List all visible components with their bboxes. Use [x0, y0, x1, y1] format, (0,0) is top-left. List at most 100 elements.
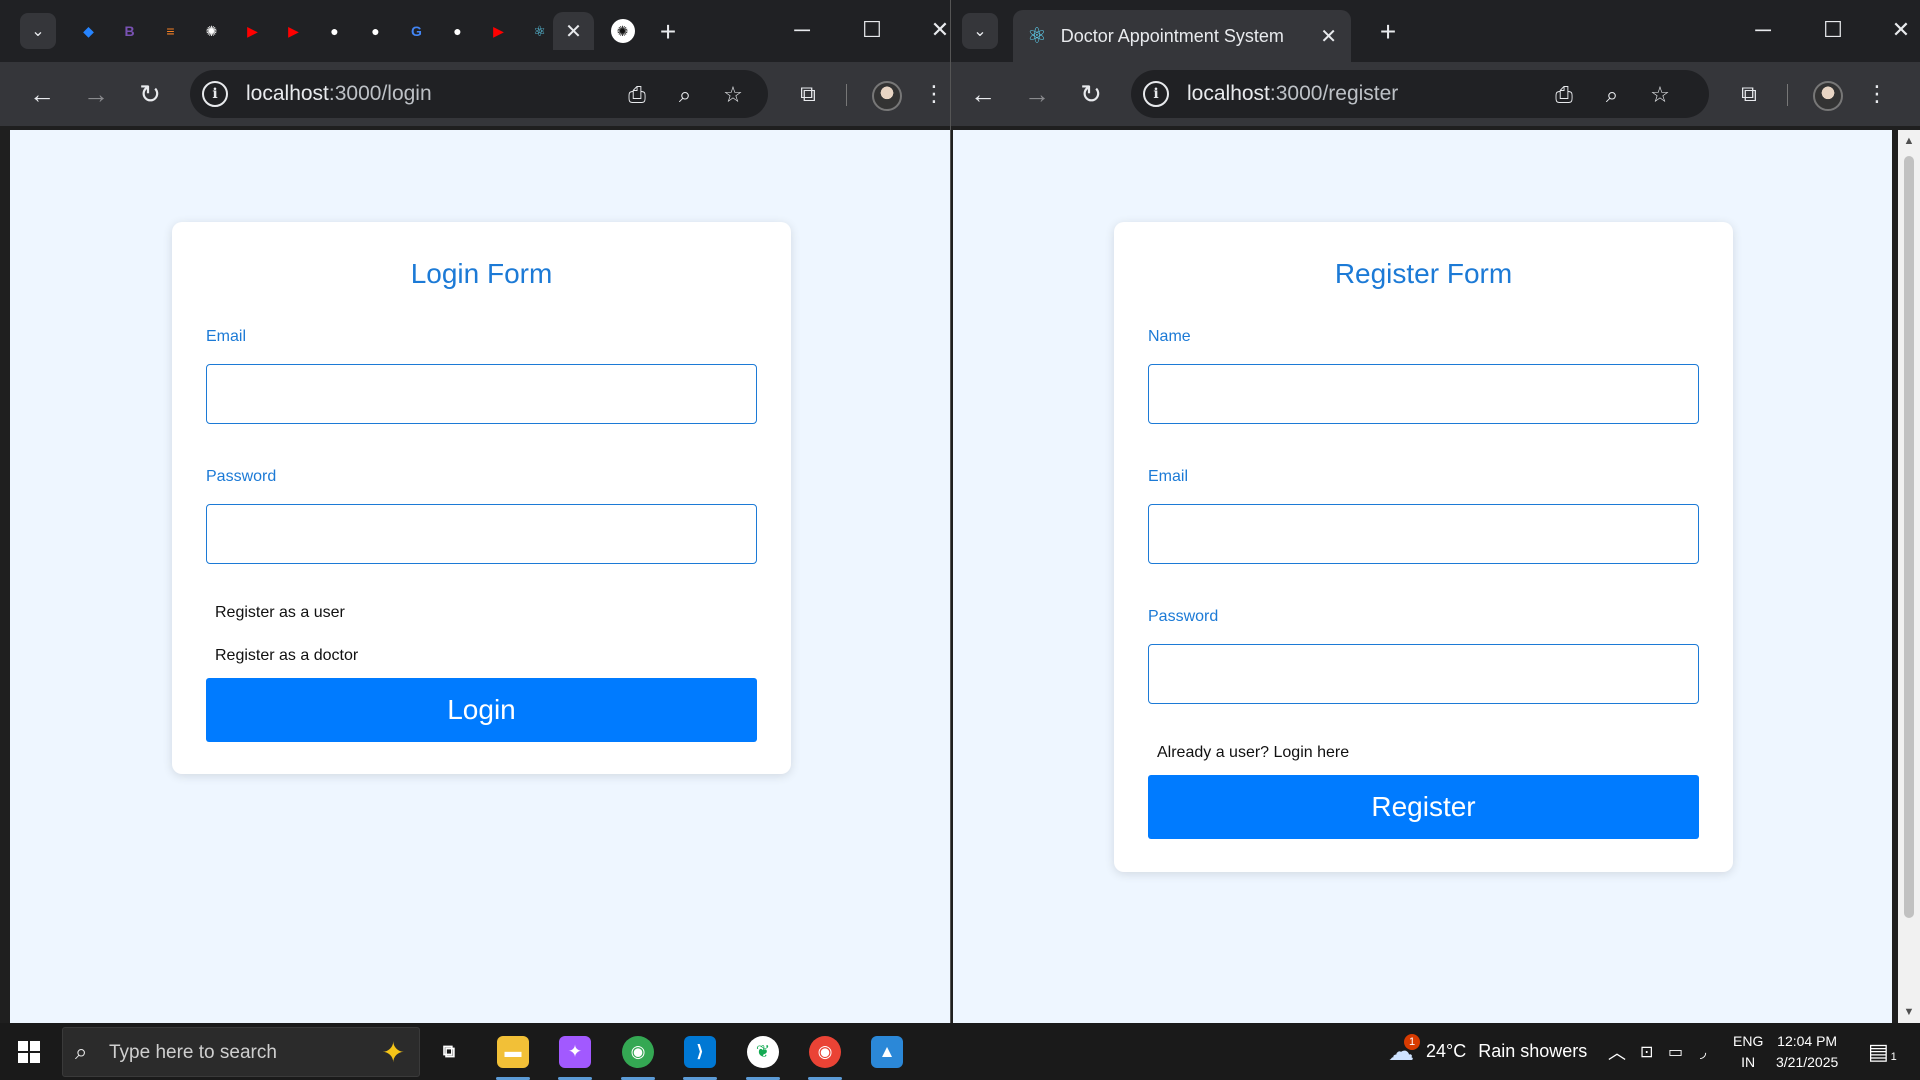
meet-now-icon[interactable]: ⊡: [1640, 1023, 1653, 1080]
close-window-icon[interactable]: ✕: [920, 12, 951, 48]
weather-desc: Rain showers: [1478, 1041, 1588, 1061]
windows-taskbar: ⌕ Type here to search ✦ ⧉ ▬ ✦ ◉ ⟩ ❦ ◉ ▲ ☁ 1 24°C…: [0, 1023, 1920, 1080]
close-icon[interactable]: ✕: [1320, 24, 1337, 49]
pinned-tab[interactable]: ●: [437, 12, 478, 50]
email-field[interactable]: [1148, 504, 1699, 564]
pinned-tab[interactable]: ▶: [232, 12, 273, 50]
back-arrow-icon[interactable]: ←: [24, 76, 60, 112]
register-user-link[interactable]: Register as a user: [215, 604, 345, 622]
close-window-icon[interactable]: ✕: [1881, 12, 1920, 48]
site-info-icon[interactable]: i: [202, 81, 228, 107]
password-field[interactable]: [1148, 644, 1699, 704]
tab-title: Doctor Appointment System: [1060, 25, 1284, 46]
new-tab-button[interactable]: +: [650, 14, 686, 50]
zoom-icon[interactable]: ⌕: [670, 80, 700, 110]
copilot-icon[interactable]: ✦: [552, 1029, 598, 1080]
browser-window-register: ⌄ ⚛ Doctor Appointment System ✕ + ─ ☐ ✕ …: [951, 0, 1920, 1023]
minimize-icon[interactable]: ─: [782, 12, 822, 48]
bookmark-star-icon[interactable]: ☆: [718, 80, 748, 110]
chrome-icon[interactable]: ◉: [615, 1029, 661, 1080]
page-viewport-register: Register Form Name Email Password Alread…: [953, 130, 1892, 1023]
profile-avatar[interactable]: [872, 81, 902, 111]
forward-arrow-icon[interactable]: →: [78, 76, 114, 112]
register-doctor-link[interactable]: Register as a doctor: [215, 647, 358, 665]
install-app-icon[interactable]: ⎙: [622, 80, 652, 110]
language-indicator[interactable]: ENG IN: [1733, 1023, 1763, 1080]
github-icon: ●: [330, 23, 339, 39]
vscode-icon-glyph: ⟩: [684, 1036, 716, 1068]
wifi-icon[interactable]: ◞: [1700, 1023, 1706, 1080]
chatgpt-icon: ✺: [610, 19, 635, 43]
address-bar[interactable]: i localhost:3000/login ⎙ ⌕ ☆: [190, 70, 768, 118]
pinned-tab[interactable]: ≡: [150, 12, 191, 50]
chevron-down-icon[interactable]: ⌄: [962, 13, 998, 49]
scroll-down-arrow-icon[interactable]: ▼: [1898, 1003, 1920, 1021]
chrome-icon-glyph: ◉: [809, 1036, 841, 1068]
extensions-icon[interactable]: ⧉: [790, 76, 826, 112]
name-field[interactable]: [1148, 364, 1699, 424]
menu-kebab-icon[interactable]: ⋮: [923, 76, 945, 112]
reload-icon[interactable]: ↻: [132, 76, 168, 112]
maximize-icon[interactable]: ☐: [1813, 12, 1853, 48]
zoom-icon[interactable]: ⌕: [1597, 80, 1627, 110]
file-explorer-icon-glyph: ▬: [497, 1036, 529, 1068]
chrome-icon-glyph: ◉: [622, 1036, 654, 1068]
name-label: Name: [1148, 328, 1191, 345]
install-app-icon[interactable]: ⎙: [1549, 80, 1579, 110]
scrollbar-thumb[interactable]: [1904, 156, 1914, 918]
profile-avatar[interactable]: [1813, 81, 1843, 111]
login-form-card: Login Form Email Password Register as a …: [172, 222, 791, 774]
new-tab-button[interactable]: +: [1370, 14, 1406, 50]
url-text[interactable]: localhost:3000/register: [1187, 82, 1398, 106]
weather-badge: 1: [1404, 1034, 1420, 1050]
tray-overflow-icon[interactable]: ︿: [1608, 1023, 1626, 1080]
site-info-icon[interactable]: i: [1143, 81, 1169, 107]
login-here-link[interactable]: Already a user? Login here: [1157, 744, 1349, 762]
register-button[interactable]: Register: [1148, 775, 1699, 839]
back-arrow-icon[interactable]: ←: [965, 76, 1001, 112]
pinned-tab[interactable]: ▶: [273, 12, 314, 50]
pinned-tab[interactable]: ●: [314, 12, 355, 50]
mongodb-icon[interactable]: ❦: [740, 1029, 786, 1080]
close-icon[interactable]: ✕: [565, 19, 582, 44]
weather-widget[interactable]: ☁ 1 24°C Rain showers: [1388, 1023, 1587, 1080]
taskbar-search-box[interactable]: ⌕ Type here to search ✦: [62, 1027, 420, 1077]
pinned-tab[interactable]: B: [109, 12, 150, 50]
login-button[interactable]: Login: [206, 678, 757, 742]
scroll-up-arrow-icon[interactable]: ▲: [1898, 132, 1920, 150]
task-view-icon[interactable]: ⧉: [426, 1029, 472, 1075]
jira-icon: ◆: [83, 22, 94, 39]
pinned-tab[interactable]: G: [396, 12, 437, 50]
file-explorer-icon[interactable]: ▬: [490, 1029, 536, 1080]
tab-chatgpt[interactable]: ✺: [602, 12, 643, 50]
minimize-icon[interactable]: ─: [1743, 12, 1783, 48]
extensions-icon[interactable]: ⧉: [1731, 76, 1767, 112]
menu-kebab-icon[interactable]: ⋮: [1865, 76, 1889, 112]
vscode-icon[interactable]: ⟩: [677, 1029, 723, 1080]
battery-icon[interactable]: ▭: [1668, 1023, 1683, 1080]
chrome-icon[interactable]: ◉: [802, 1029, 848, 1080]
clock[interactable]: 12:04 PM 3/21/2025: [1776, 1023, 1838, 1080]
vertical-scrollbar[interactable]: ▲ ▼: [1898, 130, 1920, 1023]
pinned-tab[interactable]: ◆: [68, 12, 109, 50]
pinned-tab[interactable]: ▶: [478, 12, 519, 50]
url-text[interactable]: localhost:3000/login: [246, 82, 432, 106]
photos-icon[interactable]: ▲: [864, 1029, 910, 1075]
tab-doctor-appointment[interactable]: ⚛ Doctor Appointment System ✕: [1013, 10, 1351, 62]
copilot-icon-glyph: ✦: [559, 1036, 591, 1068]
pinned-tab[interactable]: ✺: [191, 12, 232, 50]
chevron-down-icon[interactable]: ⌄: [20, 13, 56, 49]
tab-login-active[interactable]: ✕: [553, 12, 594, 50]
browser-toolbar: ← → ↻ i localhost:3000/register ⎙ ⌕ ☆ ⧉ …: [951, 62, 1920, 126]
password-field[interactable]: [206, 504, 757, 564]
windows-start-icon[interactable]: [8, 1031, 50, 1073]
address-bar[interactable]: i localhost:3000/register ⎙ ⌕ ☆: [1131, 70, 1709, 118]
maximize-icon[interactable]: ☐: [852, 12, 892, 48]
email-field[interactable]: [206, 364, 757, 424]
bookmark-star-icon[interactable]: ☆: [1645, 80, 1675, 110]
pinned-tab[interactable]: ●: [355, 12, 396, 50]
reload-icon[interactable]: ↻: [1073, 76, 1109, 112]
notification-count: 1: [1890, 1050, 1897, 1063]
forward-arrow-icon[interactable]: →: [1019, 76, 1055, 112]
notifications-icon[interactable]: ▤ 1: [1868, 1023, 1897, 1080]
